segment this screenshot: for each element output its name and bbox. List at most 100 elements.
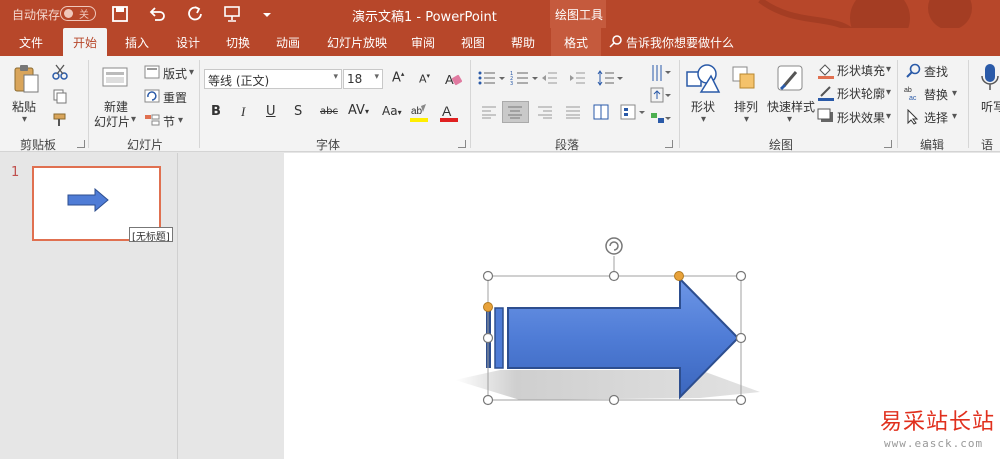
tab-format[interactable]: 格式 [551,28,602,56]
text-shadow-icon[interactable]: S [294,104,302,119]
character-spacing-icon[interactable]: AV▾ [348,103,369,118]
select-cursor-icon[interactable] [906,109,920,125]
cut-icon[interactable] [52,64,68,80]
tab-file[interactable]: 文件 [19,34,43,51]
justify-icon[interactable] [565,105,581,119]
clipboard-group-label: 剪贴板 [20,138,57,152]
clear-formatting-icon[interactable]: A [444,70,462,88]
arrange-dropdown-icon[interactable]: ▾ [744,114,749,125]
start-slideshow-icon[interactable] [222,4,242,24]
tab-design[interactable]: 设计 [176,34,200,51]
underline-icon[interactable]: U [266,104,276,119]
shape-fill-button[interactable]: 形状填充 [837,62,885,79]
font-dialog-launcher[interactable] [458,140,466,148]
text-direction-icon[interactable] [650,64,672,82]
new-slide-label-line2[interactable]: 幻灯片 [94,113,130,130]
shape-effects-dropdown-icon[interactable]: ▾ [886,111,891,122]
select-dropdown-icon[interactable]: ▾ [952,111,957,122]
layout-dropdown-icon[interactable]: ▾ [189,67,194,78]
highlight-color-icon[interactable]: ab [409,102,431,124]
paste-icon[interactable] [12,64,40,94]
select-button[interactable]: 选择 [924,109,948,126]
tab-transitions[interactable]: 切换 [226,34,250,51]
tab-review[interactable]: 审阅 [411,34,435,51]
format-painter-icon[interactable] [52,112,68,128]
clipboard-dialog-launcher[interactable] [77,140,85,148]
new-slide-icon[interactable] [101,64,129,92]
quick-styles-label[interactable]: 快速样式 [767,98,815,115]
bold-icon[interactable]: B [211,104,221,119]
redo-icon[interactable] [185,4,205,24]
shape-fill-icon[interactable] [817,62,835,80]
reset-button[interactable]: 重置 [163,89,187,106]
font-size-combo[interactable]: 18 ▾ [343,69,383,89]
autosave-toggle[interactable]: 关 [60,6,96,21]
svg-text:ab: ab [411,106,423,117]
microphone-icon[interactable] [979,62,999,94]
dictate-label[interactable]: 听写 [981,98,1000,115]
numbering-icon[interactable]: 123 [510,70,538,86]
strikethrough-icon[interactable]: abc [320,106,338,117]
replace-button[interactable]: 替换 [924,86,948,103]
tab-view[interactable]: 视图 [461,34,485,51]
tab-slideshow[interactable]: 幻灯片放映 [327,34,387,51]
tab-help[interactable]: 帮助 [511,34,535,51]
tell-me-input[interactable]: 告诉我你想要做什么 [626,34,734,51]
drawing-group-label: 绘图 [769,138,794,152]
new-slide-dropdown-icon[interactable]: ▾ [131,114,136,125]
shapes-icon[interactable] [685,62,721,94]
font-color-icon[interactable]: A [439,102,461,124]
tab-animations[interactable]: 动画 [276,34,300,51]
paste-dropdown-icon[interactable]: ▾ [22,114,27,125]
shapes-dropdown-icon[interactable]: ▾ [701,114,706,125]
increase-indent-icon[interactable] [568,70,586,86]
align-right-icon[interactable] [537,105,553,119]
arrange-icon[interactable] [730,64,760,94]
shape-outline-icon[interactable] [817,84,835,102]
title-bar: 自动保存 关 演示文稿1 - PowerPoint 绘图工具 [0,0,1000,48]
decrease-indent-icon[interactable] [540,70,558,86]
line-spacing-icon[interactable] [597,70,623,86]
tab-insert[interactable]: 插入 [125,34,149,51]
watermark-site-name: 易采站长站 [880,410,996,435]
find-button[interactable]: 查找 [924,63,948,80]
shape-effects-button[interactable]: 形状效果 [837,109,885,126]
tab-home[interactable]: 开始 [63,28,108,57]
section-button[interactable]: 节 [163,113,175,130]
columns-icon[interactable] [593,104,609,120]
replace-dropdown-icon[interactable]: ▾ [952,88,957,99]
increase-font-size-icon[interactable]: A▴ [392,70,404,85]
copy-icon[interactable] [52,88,68,104]
smartart-graphic-icon[interactable] [650,110,672,126]
replace-icon[interactable]: ab ac [904,85,922,101]
section-dropdown-icon[interactable]: ▾ [178,115,183,126]
drawing-dialog-launcher[interactable] [884,140,892,148]
bullets-icon[interactable] [477,70,505,86]
save-icon[interactable] [110,4,130,24]
align-center-icon[interactable] [507,105,523,119]
font-name-combo[interactable]: 等线 (正文) ▾ [204,69,342,89]
convert-to-smartart-icon[interactable] [620,104,646,120]
shape-outline-button[interactable]: 形状轮廓 [837,85,885,102]
decrease-font-size-icon[interactable]: A▾ [419,72,430,86]
shapes-label[interactable]: 形状 [691,98,715,115]
quick-styles-icon[interactable] [776,64,806,94]
shape-effects-icon[interactable] [817,108,835,124]
align-left-icon[interactable] [481,105,497,119]
quick-styles-dropdown-icon[interactable]: ▾ [787,114,792,125]
shape-outline-dropdown-icon[interactable]: ▾ [886,87,891,98]
shape-fill-dropdown-icon[interactable]: ▾ [886,64,891,75]
layout-button[interactable]: 版式 [163,65,187,82]
find-icon[interactable] [906,63,922,79]
document-title: 演示文稿1 - PowerPoint [352,10,497,25]
paragraph-dialog-launcher[interactable] [665,140,673,148]
change-case-icon[interactable]: Aa▾ [382,104,402,118]
font-size-dropdown-icon[interactable]: ▾ [374,72,379,82]
arrange-label[interactable]: 排列 [734,98,758,115]
undo-icon[interactable] [147,4,167,24]
align-text-icon[interactable] [650,87,672,103]
customize-quick-access-icon[interactable] [260,4,274,24]
font-name-dropdown-icon[interactable]: ▾ [333,72,338,82]
paste-label[interactable]: 粘贴 [12,98,36,115]
italic-icon[interactable]: I [241,104,245,120]
